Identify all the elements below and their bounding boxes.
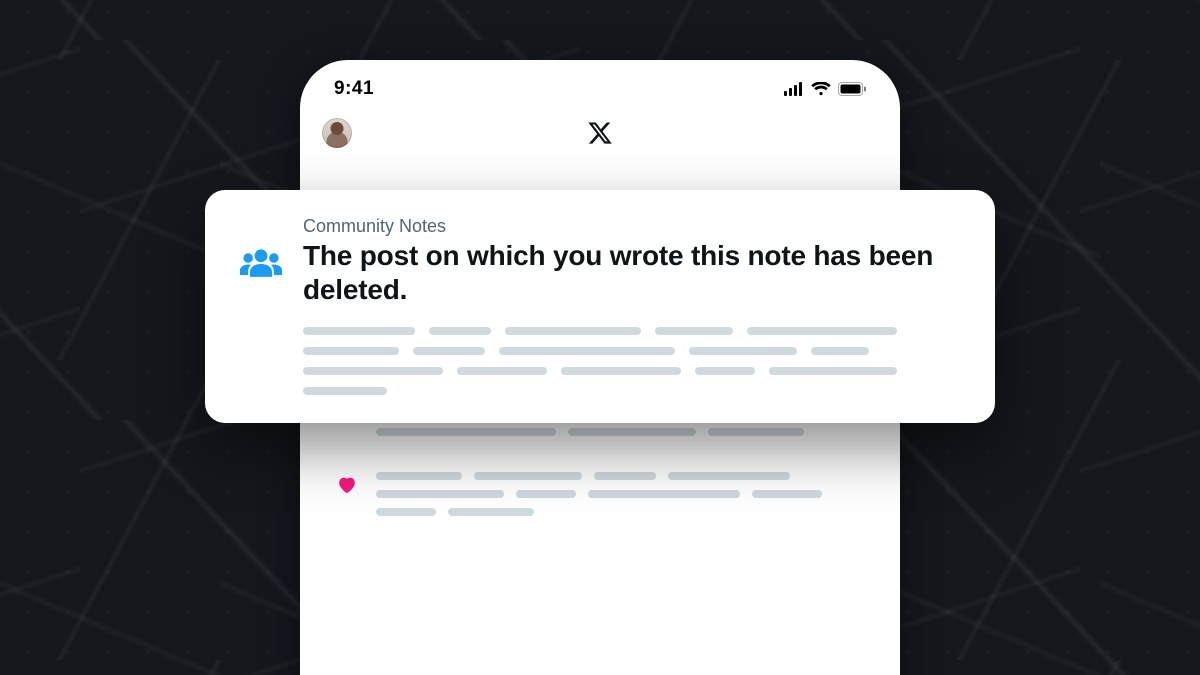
avatar[interactable] bbox=[322, 118, 352, 148]
heart-icon bbox=[336, 472, 358, 516]
community-note-headline: The post on which you wrote this note ha… bbox=[303, 239, 961, 307]
status-indicators bbox=[784, 82, 866, 96]
community-note-card: Community Notes The post on which you wr… bbox=[205, 190, 995, 423]
post-skeleton bbox=[376, 472, 868, 516]
community-note-body: Community Notes The post on which you wr… bbox=[303, 216, 961, 395]
x-logo[interactable] bbox=[587, 120, 613, 146]
battery-icon bbox=[838, 82, 866, 96]
status-time: 9:41 bbox=[334, 78, 374, 100]
feed-post[interactable] bbox=[322, 458, 878, 538]
community-note-skeleton bbox=[303, 327, 961, 395]
app-header bbox=[300, 106, 900, 154]
cellular-signal-icon bbox=[784, 82, 804, 96]
people-icon bbox=[239, 216, 283, 395]
wifi-icon bbox=[811, 82, 831, 96]
community-note-eyebrow: Community Notes bbox=[303, 216, 961, 237]
status-bar: 9:41 bbox=[300, 60, 900, 106]
